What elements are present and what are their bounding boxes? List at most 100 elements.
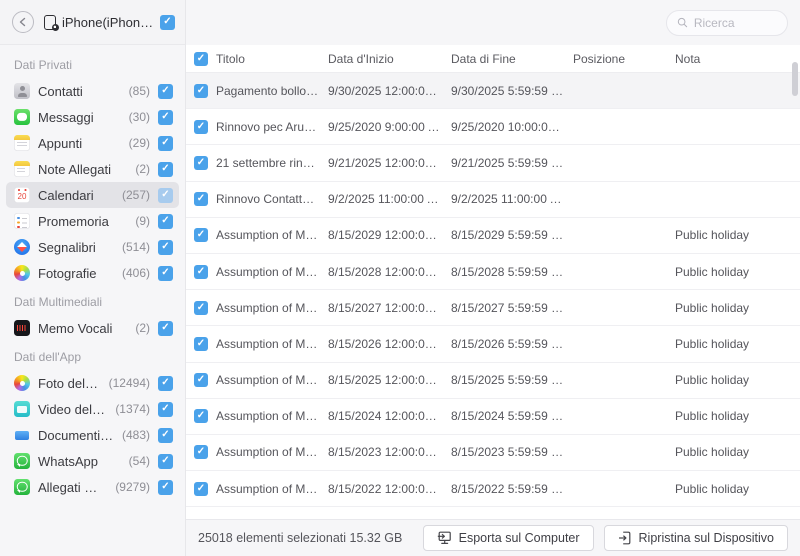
table-row[interactable]: Rinnovo pec Aruba 30... 9/25/2020 9:00:0… [186, 109, 800, 145]
row-note: Public holiday [675, 409, 800, 423]
sidebar-item-checkbox[interactable] [158, 266, 173, 281]
row-checkbox[interactable] [194, 265, 208, 279]
sidebar-item-checkbox[interactable] [158, 454, 173, 469]
table-row[interactable]: Assumption of Mary 8/15/2026 12:00:00 AM… [186, 326, 800, 362]
row-start-date: 8/15/2023 12:00:00 AM [328, 445, 451, 459]
row-checkbox[interactable] [194, 301, 208, 315]
export-computer-icon [437, 531, 452, 545]
table-row[interactable]: Pagamento bollo 2° tr... 9/30/2025 12:00… [186, 73, 800, 109]
row-title: Assumption of Mary [216, 373, 328, 387]
column-header-end-date[interactable]: Data di Fine [451, 52, 573, 66]
row-checkbox[interactable] [194, 482, 208, 496]
sidebar-item-checkbox[interactable] [158, 110, 173, 125]
row-title: 21 settembre rinnovo... [216, 156, 328, 170]
sidebar-item-label: Video dell'App [38, 402, 107, 417]
sidebar-item-count: (406) [122, 266, 150, 280]
row-start-date: 8/15/2028 12:00:00 AM [328, 265, 451, 279]
sidebar-item-documenti-dell[interactable]: Documenti dell'... (483) [6, 422, 179, 448]
sidebar-item-checkbox[interactable] [158, 480, 173, 495]
row-start-date: 9/25/2020 9:00:00 AM [328, 120, 451, 134]
table-row[interactable]: Assumption of Mary 8/15/2029 12:00:00 AM… [186, 218, 800, 254]
column-header-title[interactable]: Titolo [216, 52, 328, 66]
row-checkbox[interactable] [194, 84, 208, 98]
row-end-date: 9/2/2025 11:00:00 AM [451, 192, 573, 206]
column-header-note[interactable]: Nota [675, 52, 800, 66]
column-header-start-date[interactable]: Data d'Inizio [328, 52, 451, 66]
sidebar-item-count: (9) [135, 214, 150, 228]
sidebar-item-contatti[interactable]: Contatti (85) [6, 78, 179, 104]
restore-device-icon [618, 531, 632, 545]
app-documents-icon [14, 427, 30, 443]
back-button[interactable] [12, 11, 34, 33]
sidebar-item-foto-dell-app[interactable]: Foto dell'App (12494) [6, 370, 179, 396]
row-checkbox[interactable] [194, 337, 208, 351]
safari-icon [14, 239, 30, 255]
sidebar-section-items: Foto dell'App (12494) Video dell'App (13… [0, 370, 185, 500]
row-checkbox[interactable] [194, 120, 208, 134]
sidebar-item-label: Messaggi [38, 110, 121, 125]
sidebar-item-count: (30) [129, 110, 150, 124]
search-input[interactable] [694, 16, 777, 30]
row-checkbox[interactable] [194, 373, 208, 387]
export-button-label: Esporta sul Computer [459, 531, 580, 545]
sidebar-section-label: Dati Privati [0, 49, 185, 78]
table-row[interactable]: Rinnovo Contattolab 9/2/2025 11:00:00 AM… [186, 182, 800, 218]
sidebar-item-memo-vocali[interactable]: Memo Vocali (2) [6, 315, 179, 341]
vertical-scrollbar-thumb[interactable] [792, 62, 798, 96]
sidebar-item-checkbox[interactable] [158, 240, 173, 255]
sidebar-item-fotografie[interactable]: Fotografie (406) [6, 260, 179, 286]
sidebar-item-whatsapp[interactable]: WhatsApp (54) [6, 448, 179, 474]
sidebar-item-checkbox[interactable] [158, 214, 173, 229]
sidebar-item-checkbox[interactable] [158, 162, 173, 177]
sidebar-item-calendari[interactable]: Calendari (257) [6, 182, 179, 208]
sidebar-item-checkbox[interactable] [158, 402, 173, 417]
table-row[interactable]: Assumption of Mary 8/15/2023 12:00:00 AM… [186, 435, 800, 471]
sidebar-item-video-dell-app[interactable]: Video dell'App (1374) [6, 396, 179, 422]
sidebar-item-note-allegati[interactable]: Note Allegati (2) [6, 156, 179, 182]
row-checkbox[interactable] [194, 192, 208, 206]
sidebar-item-checkbox[interactable] [158, 428, 173, 443]
table-row[interactable]: Assumption of Mary 8/15/2028 12:00:00 AM… [186, 254, 800, 290]
sidebar-item-segnalibri[interactable]: Segnalibri (514) [6, 234, 179, 260]
row-note: Public holiday [675, 228, 800, 242]
app-window: iPhone(iPhone 15... Dati Privati Contatt… [0, 0, 800, 556]
table-row[interactable]: Assumption of Mary 8/15/2027 12:00:00 AM… [186, 290, 800, 326]
row-title: Assumption of Mary [216, 301, 328, 315]
sidebar-item-allegati-whats[interactable]: Allegati Whats... (9279) [6, 474, 179, 500]
table-row[interactable]: 21 settembre rinnovo... 9/21/2025 12:00:… [186, 145, 800, 181]
row-title: Assumption of Mary [216, 265, 328, 279]
row-title: Assumption of Mary [216, 445, 328, 459]
sidebar-item-checkbox[interactable] [158, 188, 173, 203]
sidebar-item-checkbox[interactable] [158, 376, 173, 391]
row-end-date: 8/15/2025 5:59:59 PM [451, 373, 573, 387]
row-checkbox[interactable] [194, 156, 208, 170]
sidebar-item-count: (2) [135, 321, 150, 335]
row-checkbox[interactable] [194, 409, 208, 423]
export-to-computer-button[interactable]: Esporta sul Computer [423, 525, 594, 551]
row-start-date: 8/15/2024 12:00:00 AM [328, 409, 451, 423]
sidebar-item-count: (85) [129, 84, 150, 98]
sidebar-item-count: (54) [129, 454, 150, 468]
row-title: Pagamento bollo 2° tr... [216, 84, 328, 98]
search-box[interactable] [666, 10, 788, 36]
sidebar-item-promemoria[interactable]: Promemoria (9) [6, 208, 179, 234]
device-select-checkbox[interactable] [160, 15, 175, 30]
row-end-date: 9/21/2025 5:59:59 PM [451, 156, 573, 170]
sidebar-section: Dati Multimediali Memo Vocali (2) [0, 286, 185, 341]
sidebar-item-checkbox[interactable] [158, 136, 173, 151]
sidebar-item-messaggi[interactable]: Messaggi (30) [6, 104, 179, 130]
select-all-checkbox[interactable] [194, 52, 208, 66]
sidebar-item-checkbox[interactable] [158, 321, 173, 336]
table-row[interactable]: Assumption of Mary 8/15/2025 12:00:00 AM… [186, 363, 800, 399]
sidebar-item-appunti[interactable]: Appunti (29) [6, 130, 179, 156]
table-row[interactable]: Assumption of Mary 8/15/2024 12:00:00 AM… [186, 399, 800, 435]
restore-to-device-button[interactable]: Ripristina sul Dispositivo [604, 525, 788, 551]
table-row[interactable]: Assumption of Mary 8/15/2022 12:00:00 AM… [186, 471, 800, 507]
row-checkbox[interactable] [194, 228, 208, 242]
sidebar-item-checkbox[interactable] [158, 84, 173, 99]
reminders-icon [14, 213, 30, 229]
row-end-date: 8/15/2029 5:59:59 PM [451, 228, 573, 242]
column-header-position[interactable]: Posizione [573, 52, 675, 66]
row-end-date: 8/15/2028 5:59:59 PM [451, 265, 573, 279]
row-checkbox[interactable] [194, 445, 208, 459]
